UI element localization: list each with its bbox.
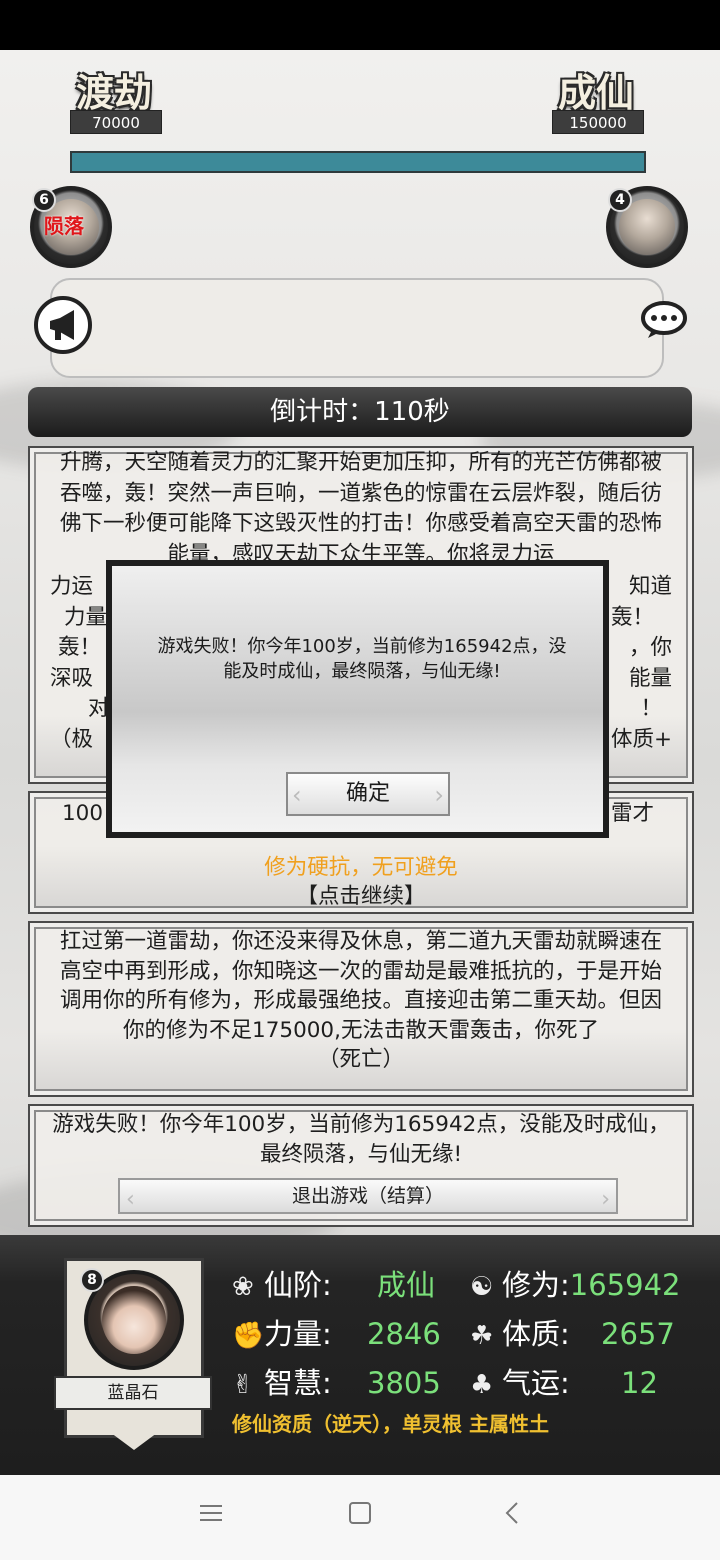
stat-rank: ❀ 仙阶: 成仙 <box>232 1262 435 1304</box>
confirm-button[interactable]: ‹ 确定 › <box>286 772 450 816</box>
player-portrait <box>102 1286 166 1354</box>
exit-game-button[interactable]: ‹ 退出游戏（结算） › <box>118 1178 618 1214</box>
exit-game-label: 退出游戏（结算） <box>291 1185 444 1207</box>
stat-value: 2846 <box>367 1317 441 1351</box>
stat-label: 智慧: <box>264 1366 332 1400</box>
stat-label: 气运: <box>502 1366 570 1400</box>
death-tag: （死亡） <box>317 1047 404 1072</box>
story-text-3: 扛过第一道雷劫，你还没来得及休息，第二道九天雷劫就瞬速在高空中再到形成，你知晓这… <box>59 929 662 1043</box>
click-continue-text[interactable]: 【点击继续】 <box>30 882 692 912</box>
stat-strength: ✊力量: 2846 <box>232 1311 441 1353</box>
chevron-right-decor-icon: › <box>434 781 444 809</box>
story-line: 升腾，天空随着灵力的汇聚开始更加压抑，所有的光芒仿佛都被吞噬，轰！突然一声巨响，… <box>50 448 672 570</box>
back-icon[interactable] <box>500 1501 526 1529</box>
story-fragment-left: 100 <box>62 801 104 826</box>
fist-icon: ✊ <box>232 1321 265 1351</box>
dialog-message: 游戏失败！你今年100岁，当前修为165942点，没能及时成仙，最终陨落，与仙无… <box>157 636 567 682</box>
cultivation-progress-bar <box>70 151 646 173</box>
countdown-timer: 倒计时：110秒 <box>28 387 692 437</box>
stat-value: 成仙 <box>377 1268 436 1302</box>
system-nav-bar <box>0 1475 720 1560</box>
player-level-badge: 8 <box>80 1268 104 1292</box>
story-text: 升腾，天空随着灵力的汇聚开始更加压抑，所有的光芒仿佛都被吞噬，轰！突然一声巨响，… <box>50 448 672 570</box>
leaf-icon: ☘ <box>470 1321 494 1351</box>
menu-icon[interactable] <box>198 1501 224 1529</box>
chevron-left-decor-icon: ‹ <box>292 781 302 809</box>
stat-value: 2657 <box>601 1317 675 1351</box>
talent-description: 修仙资质（逆天），单灵根 主属性土 <box>232 1412 549 1436</box>
stat-label: 力量: <box>264 1317 332 1351</box>
warning-text: 修为硬抗，无可避免 <box>264 855 458 880</box>
confirm-label: 确定 <box>345 781 390 806</box>
right-opponent-badge: 4 <box>608 188 632 212</box>
dialog-panel: 游戏失败！你今年100岁，当前修为165942点，没能及时成仙，最终陨落，与仙无… <box>112 566 603 832</box>
home-icon[interactable] <box>347 1501 373 1529</box>
story-text-1: 升腾，天空随着灵力的汇聚开始更加压抑，所有的光芒仿佛都被吞噬，轰！突然一声巨响，… <box>59 450 662 567</box>
hand-sign-icon: ✌ <box>232 1370 254 1400</box>
stat-label: 仙阶: <box>264 1268 332 1302</box>
status-bar <box>0 0 720 50</box>
stat-value: 12 <box>621 1366 658 1400</box>
stat-value: 3805 <box>367 1366 441 1400</box>
stat-label: 体质: <box>502 1317 570 1351</box>
left-stage-value: 70000 <box>70 110 162 134</box>
swirl-icon: ☯ <box>470 1272 494 1302</box>
chevron-right-decor-icon: › <box>601 1187 610 1212</box>
right-stage-title: 成仙 <box>558 70 635 115</box>
left-opponent-badge: 6 <box>32 188 56 212</box>
game-over-dialog: 游戏失败！你今年100岁，当前修为165942点，没能及时成仙，最终陨落，与仙无… <box>106 560 609 838</box>
result-text: 游戏失败！你今年100岁，当前修为165942点，没能及时成仙，最终陨落，与仙无… <box>52 1112 670 1167</box>
stat-wisdom: ✌ 智慧: 3805 <box>232 1360 441 1402</box>
broadcast-message-box <box>50 278 664 378</box>
chevron-left-decor-icon: ‹ <box>126 1187 135 1212</box>
chat-bubble-icon[interactable] <box>640 300 688 344</box>
lotus-icon: ❀ <box>232 1272 254 1302</box>
stat-luck: ♣ 气运: 12 <box>470 1360 658 1402</box>
left-stage-title: 渡劫 <box>76 70 153 115</box>
megaphone-icon[interactable] <box>34 296 92 354</box>
stat-label: 修为: <box>502 1268 570 1302</box>
story-card[interactable]: 扛过第一道雷劫，你还没来得及休息，第二道九天雷劫就瞬速在高空中再到形成，你知晓这… <box>28 921 694 1097</box>
fallen-status-label: 陨落 <box>44 214 84 238</box>
stat-value: 165942 <box>569 1268 681 1302</box>
story-fragment-right: 雷才 <box>610 801 654 826</box>
stat-constitution: ☘ 体质: 2657 <box>470 1311 675 1353</box>
player-name: 蓝晶石 <box>54 1376 212 1410</box>
right-stage-value: 150000 <box>552 110 644 134</box>
stat-cultivation: ☯ 修为:165942 <box>470 1262 681 1304</box>
clover-icon: ♣ <box>470 1370 494 1400</box>
